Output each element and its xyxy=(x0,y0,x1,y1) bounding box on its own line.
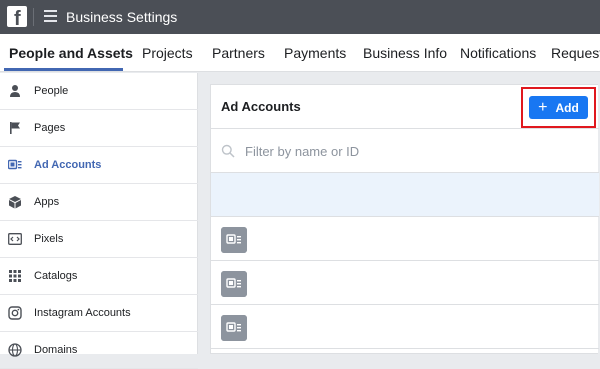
sidebar-item-pages[interactable]: Pages xyxy=(0,110,198,147)
sidebar-item-pixels[interactable]: Pixels xyxy=(0,221,198,258)
hamburger-menu-icon[interactable] xyxy=(44,10,57,22)
ad-account-icon xyxy=(221,315,247,341)
add-button[interactable]: + Add xyxy=(529,96,588,119)
tab-notifications[interactable]: Notifications xyxy=(460,45,536,61)
divider xyxy=(33,8,34,26)
person-icon xyxy=(10,85,20,97)
flag-icon xyxy=(10,122,20,134)
search-icon xyxy=(221,144,235,158)
sidebar-item-instagram-accounts[interactable]: Instagram Accounts xyxy=(0,295,198,332)
facebook-logo-icon[interactable]: f xyxy=(7,6,27,27)
tab-payments[interactable]: Payments xyxy=(284,45,346,61)
sidebar-item-ad-accounts[interactable]: Ad Accounts xyxy=(0,147,198,184)
logo-letter: f xyxy=(14,8,21,27)
plus-icon: + xyxy=(538,98,548,116)
sidebar-item-people[interactable]: People xyxy=(0,73,198,110)
top-bar: f Business Settings xyxy=(0,0,600,34)
tab-projects[interactable]: Projects xyxy=(142,45,193,61)
sidebar-item-label: Instagram Accounts xyxy=(34,307,131,319)
panel-header: Ad Accounts + Add xyxy=(211,85,599,129)
sidebar-item-label: Apps xyxy=(34,196,60,208)
ad-accounts-panel: Ad Accounts + Add xyxy=(210,84,599,354)
ad-account-icon xyxy=(8,159,22,170)
ad-account-icon xyxy=(221,271,247,297)
app-title: Business Settings xyxy=(66,9,178,25)
sidebar-item-label: Ad Accounts xyxy=(34,159,102,171)
add-button-label: Add xyxy=(555,100,579,115)
sidebar: People Pages Ad Accounts Apps Pixels Cat… xyxy=(0,73,198,369)
sidebar-item-label: Catalogs xyxy=(34,270,78,282)
code-icon xyxy=(8,233,22,245)
instagram-icon xyxy=(8,306,22,320)
sidebar-item-catalogs[interactable]: Catalogs xyxy=(0,258,198,295)
sidebar-item-label: People xyxy=(34,85,69,97)
filter-row xyxy=(211,129,599,173)
tab-people-and-assets[interactable]: People and Assets xyxy=(9,45,133,61)
tab-bar: People and Assets Projects Partners Paym… xyxy=(0,34,600,72)
tab-requests[interactable]: Requests xyxy=(551,45,600,61)
active-tab-indicator xyxy=(4,68,123,71)
list-item[interactable] xyxy=(211,305,599,349)
globe-icon xyxy=(8,343,22,357)
list-item[interactable] xyxy=(211,173,599,217)
sidebar-item-domains[interactable]: Domains xyxy=(0,332,198,369)
tab-partners[interactable]: Partners xyxy=(212,45,265,61)
sidebar-item-label: Pages xyxy=(34,122,66,134)
filter-input[interactable] xyxy=(245,141,545,161)
tab-business-info[interactable]: Business Info xyxy=(363,45,447,61)
cube-icon xyxy=(9,196,21,209)
highlight-box: + Add xyxy=(521,87,596,128)
grid-icon xyxy=(9,270,21,282)
sidebar-item-label: Pixels xyxy=(34,233,64,245)
ad-account-icon xyxy=(221,227,247,253)
list-item[interactable] xyxy=(211,217,599,261)
list-item[interactable] xyxy=(211,261,599,305)
panel-title: Ad Accounts xyxy=(221,99,301,114)
sidebar-item-apps[interactable]: Apps xyxy=(0,184,198,221)
sidebar-item-label: Domains xyxy=(34,344,78,356)
